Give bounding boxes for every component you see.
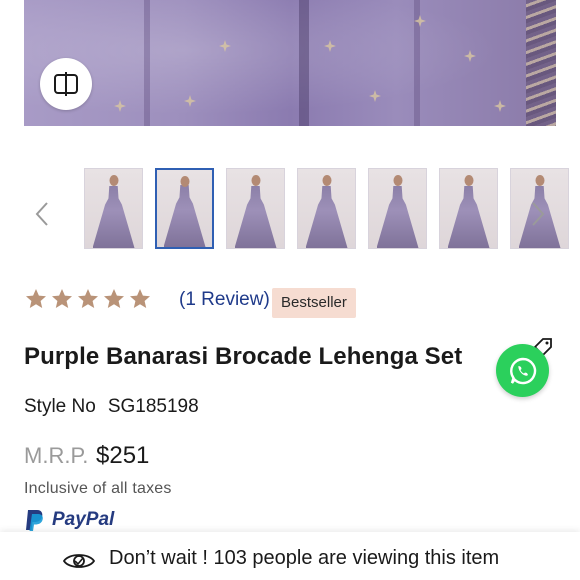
product-thumbnail[interactable] — [155, 168, 214, 249]
brocade-motif — [114, 100, 126, 112]
product-title: Purple Banarasi Brocade Lehenga Set — [24, 343, 463, 370]
model-figure — [234, 186, 277, 248]
review-link[interactable]: (1 Review) — [179, 289, 270, 311]
star-icon — [52, 289, 72, 308]
whatsapp-chat-button[interactable] — [496, 344, 549, 397]
style-number: Style No SG185198 — [24, 396, 199, 418]
fabric-fold — [144, 0, 150, 126]
model-head — [251, 175, 260, 186]
product-thumbnail[interactable] — [439, 168, 498, 249]
brocade-motif — [324, 40, 336, 52]
tax-note: Inclusive of all taxes — [24, 480, 172, 497]
product-thumbnail[interactable] — [368, 168, 427, 249]
viewers-message: Don’t wait ! 103 people are viewing this… — [109, 547, 500, 569]
product-main-image[interactable] — [24, 0, 556, 126]
embroidered-border — [526, 0, 556, 126]
model-figure — [92, 186, 135, 248]
style-number-label: Style No — [24, 396, 96, 417]
model-head — [322, 175, 331, 186]
paypal-logo: PayPal — [24, 508, 114, 532]
next-thumbnail-button[interactable] — [528, 200, 548, 228]
brocade-motif — [219, 40, 231, 52]
model-head — [109, 175, 118, 186]
mrp-label: M.R.P. — [24, 443, 89, 468]
product-thumbnail[interactable] — [297, 168, 356, 249]
compare-icon — [54, 72, 78, 96]
model-head — [464, 175, 473, 186]
whatsapp-icon — [509, 357, 536, 384]
brocade-motif — [464, 50, 476, 62]
model-head — [393, 175, 402, 186]
model-head — [180, 176, 189, 187]
chevron-right-icon — [532, 202, 545, 226]
model-figure — [305, 186, 348, 248]
product-price: $251 — [96, 442, 150, 469]
model-head — [535, 175, 544, 186]
brocade-motif — [369, 90, 381, 102]
brocade-motif — [494, 100, 506, 112]
viewers-banner: Don’t wait ! 103 people are viewing this… — [0, 532, 580, 580]
bestseller-badge: Bestseller — [272, 288, 356, 318]
model-figure — [376, 186, 419, 248]
product-thumbnail[interactable] — [84, 168, 143, 249]
rating-stars — [24, 287, 152, 311]
style-number-value: SG185198 — [107, 396, 199, 417]
model-figure — [447, 186, 490, 248]
product-thumbnail[interactable] — [226, 168, 285, 249]
thumbnail-strip — [84, 168, 569, 249]
compare-button[interactable] — [40, 58, 92, 110]
paypal-icon — [26, 510, 43, 531]
fabric-fold — [299, 0, 309, 126]
brocade-motif — [184, 95, 196, 107]
eye-icon — [62, 554, 96, 568]
star-icon — [104, 289, 124, 308]
star-icon — [26, 289, 46, 308]
star-icon — [130, 289, 150, 308]
star-icon — [78, 289, 98, 308]
paypal-wordmark: PayPal — [52, 509, 115, 530]
model-figure — [163, 185, 206, 247]
chevron-left-icon — [35, 202, 48, 226]
prev-thumbnail-button[interactable] — [32, 200, 52, 228]
